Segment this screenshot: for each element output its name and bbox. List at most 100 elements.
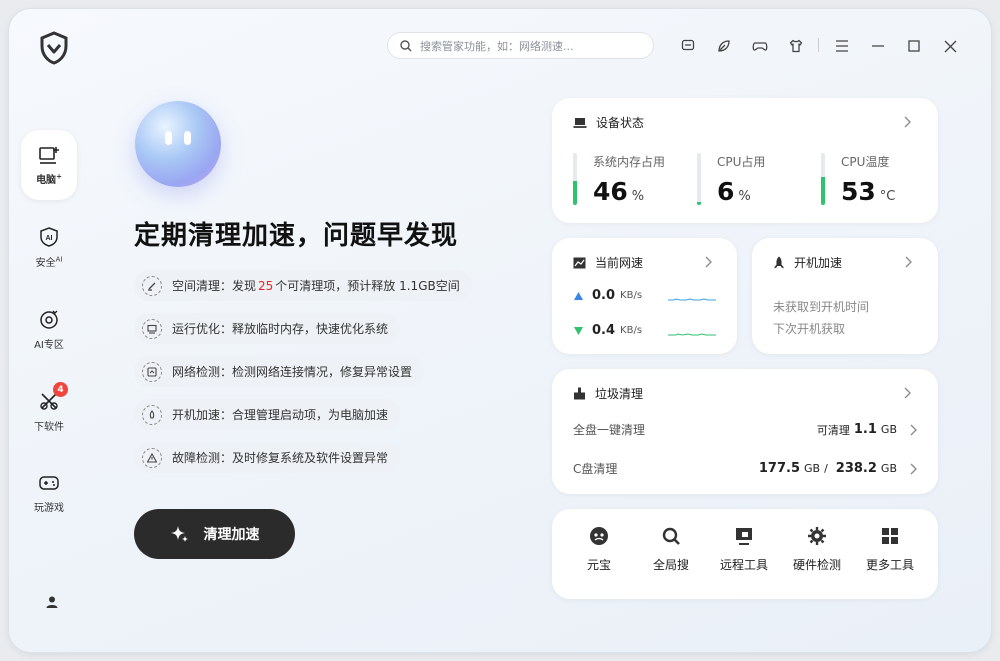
tool-global-search[interactable]: 全局搜: [636, 525, 706, 573]
device-status-card[interactable]: 设备状态 系统内存占用 46% CPU占用 6% CPU温度 53 °C: [552, 98, 938, 223]
app-logo-icon: [40, 31, 68, 65]
remote-tool-icon: [736, 528, 752, 545]
tool-label: 更多工具: [865, 558, 914, 572]
full-disk-clean-row[interactable]: 全盘一键清理 可清理 1.1 GB: [573, 421, 917, 438]
chevron-right-icon[interactable]: [904, 256, 912, 268]
stat-unit: %: [738, 189, 751, 204]
feature-text: 空间清理：发现: [172, 279, 257, 293]
sidebar-item-security[interactable]: AI 安全AI: [21, 212, 77, 282]
yuanbao-icon: [590, 527, 608, 545]
boot-time-hint: 下次开机获取: [773, 322, 846, 336]
sidebar-item-computer[interactable]: 电脑+: [21, 130, 77, 200]
junk-clean-card[interactable]: 垃圾清理 全盘一键清理 可清理 1.1 GB C盘清理 177.5 GB/238.2 G…: [552, 369, 938, 494]
sidebar-item-sup: AI: [55, 255, 63, 264]
tool-more-tools[interactable]: 更多工具: [855, 525, 925, 573]
clean-speedup-label: 清理加速: [203, 527, 260, 543]
upload-unit: KB/s: [620, 290, 643, 301]
ai-shield-icon: AI: [40, 226, 58, 247]
tool-yuanbao[interactable]: 元宝: [564, 525, 634, 573]
menu-icon[interactable]: [832, 36, 852, 56]
game-controller-icon[interactable]: [750, 36, 770, 56]
upload-arrow-icon: [574, 291, 583, 300]
cpu-temperature-bar: [821, 153, 825, 205]
assistant-orb-image: [135, 101, 221, 187]
sparkle-icon: [170, 526, 188, 542]
cleanable-unit: GB: [880, 423, 897, 436]
row-label: C盘清理: [573, 462, 618, 476]
clean-speedup-button[interactable]: 清理加速: [134, 509, 295, 559]
sidebar-item-label: 安全: [35, 257, 56, 269]
notification-badge: 4: [53, 382, 68, 397]
boot-speed-card[interactable]: 开机加速 未获取到开机时间 下次开机获取: [752, 238, 938, 354]
download-arrow-icon: [574, 326, 583, 335]
chevron-right-icon[interactable]: [903, 116, 911, 128]
row-label: 全盘一键清理: [573, 423, 646, 437]
junk-clean-title: 垃圾清理: [595, 387, 644, 401]
device-status-title: 设备状态: [596, 116, 645, 130]
total-value: 238.2: [835, 461, 877, 476]
feature-text: 个可清理项，预计释放 1.1GB空间: [275, 279, 460, 293]
cleanable-count: 25: [258, 278, 274, 293]
chevron-right-icon[interactable]: [903, 387, 911, 399]
feature-text: 网络检测：检测网络连接情况，修复异常设置: [172, 365, 413, 379]
feedback-icon[interactable]: [678, 36, 698, 56]
feature-text: 故障检测：及时修复系统及软件设置异常: [172, 451, 389, 465]
hardware-detect-icon: [808, 527, 826, 545]
total-unit: GB: [880, 462, 897, 475]
network-speed-card[interactable]: 当前网速 0.0 KB/s 0.4 KB/s: [552, 238, 737, 354]
tool-label: 硬件检测: [792, 558, 841, 572]
network-speed-title: 当前网速: [595, 256, 644, 270]
network-icon: [142, 361, 162, 382]
search-input[interactable]: 搜索管家功能，如：网络测速...: [387, 32, 654, 59]
cleanable-label: 可清理: [816, 423, 850, 437]
stat-label: CPU温度: [841, 155, 890, 169]
global-search-icon: [662, 527, 680, 545]
tool-remote[interactable]: 远程工具: [709, 525, 779, 573]
rocket-icon: [142, 404, 162, 425]
chevron-right-icon: [910, 463, 917, 474]
broom-icon: [574, 387, 585, 400]
download-sparkline: [668, 333, 716, 336]
tool-hardware-detect[interactable]: 硬件检测: [782, 525, 852, 573]
sidebar-item-ai-zone[interactable]: AI专区: [21, 294, 77, 364]
chevron-right-icon[interactable]: [704, 256, 712, 268]
sidebar-item-sup: +: [56, 172, 62, 181]
feature-text: 运行优化：释放临时内存，快速优化系统: [172, 322, 389, 336]
tool-label: 远程工具: [719, 558, 768, 572]
titlebar-divider: [818, 38, 819, 52]
minimize-icon[interactable]: [868, 36, 888, 56]
ai-zone-icon: [40, 310, 58, 329]
close-icon[interactable]: [940, 36, 960, 56]
cpu-usage-bar: [697, 153, 701, 205]
sidebar-item-download[interactable]: 4 下软件: [21, 376, 77, 446]
sidebar-item-label: 下软件: [34, 421, 64, 433]
separator: /: [824, 462, 828, 475]
chevron-right-icon: [910, 424, 917, 435]
search-icon: [400, 39, 412, 51]
warning-icon: [142, 447, 162, 468]
shirt-icon[interactable]: [786, 36, 806, 56]
sidebar-item-label: 电脑: [36, 174, 57, 186]
svg-text:AI: AI: [46, 235, 53, 242]
used-value: 177.5: [758, 461, 800, 476]
c-drive-clean-row[interactable]: C盘清理 177.5 GB/238.2 GB: [573, 460, 917, 477]
stat-label: 系统内存占用: [593, 155, 666, 169]
sidebar-item-label: 玩游戏: [34, 502, 64, 514]
download-unit: KB/s: [620, 325, 643, 336]
stat-value: 46: [593, 177, 628, 206]
maximize-icon[interactable]: [904, 36, 924, 56]
download-value: 0.4: [592, 323, 616, 338]
feature-item-space-clean: 空间清理：发现 25 个可清理项，预计释放 1.1GB空间: [134, 270, 472, 301]
chart-icon: [573, 257, 586, 268]
sidebar-item-games[interactable]: 玩游戏: [21, 458, 77, 528]
more-tools-icon: [882, 528, 898, 544]
download-speed: 0.4 KB/s: [574, 323, 642, 338]
rocket-icon: [774, 256, 784, 268]
user-avatar-icon[interactable]: [45, 595, 59, 609]
stat-unit: °C: [879, 189, 896, 204]
tool-label: 全局搜: [652, 558, 689, 572]
gamepad-icon: [39, 475, 59, 490]
memory-usage-bar: [573, 153, 577, 205]
skin-icon[interactable]: [714, 36, 734, 56]
feature-item-fault-check: 故障检测：及时修复系统及软件设置异常: [134, 442, 401, 473]
